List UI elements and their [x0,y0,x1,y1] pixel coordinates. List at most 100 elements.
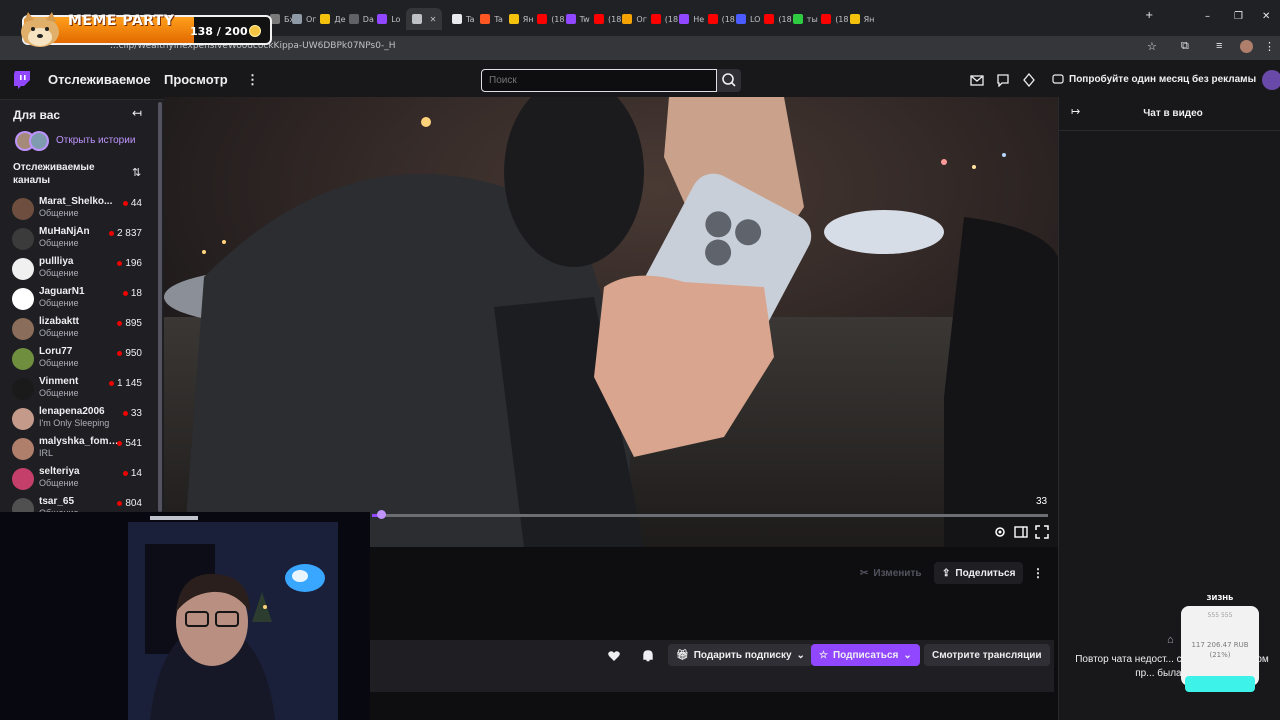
subscribe-button[interactable]: ☆ Подписаться ⌄ [811,644,920,666]
donation-goal-widget: ЗИЗНЬ 555 555 117 206.47 RUB (21%) [1180,594,1260,694]
browser-tab[interactable]: (18 [537,8,565,30]
maximize-button[interactable]: ❐ [1234,11,1243,22]
collapse-sidebar-icon[interactable]: ↤ [132,106,142,120]
more-actions-icon[interactable]: ⋮ [1024,562,1052,584]
edit-button[interactable]: ✂ Изменить [852,562,930,584]
nav-following-link[interactable]: Отслеживаемое [48,72,151,87]
share-button[interactable]: ⇪ Поделиться [934,562,1024,584]
fullscreen-icon[interactable] [1035,525,1049,539]
watch-streams-button[interactable]: Смотрите трансляции [924,644,1050,666]
tab-label: Де [334,14,346,24]
channel-avatar [12,258,34,280]
sidebar-channel-item[interactable]: lizabaktt Общение 895 [0,314,164,344]
browser-tab[interactable]: Ян [849,8,874,30]
channel-avatar [12,438,34,460]
channel-avatar [12,468,34,490]
tab-label: LO [750,14,761,24]
browser-tab[interactable]: Da [348,8,374,30]
sidebar-channel-item[interactable]: Vinment Общение 1 145 [0,374,164,404]
nav-browse-link[interactable]: Просмотр [164,72,228,87]
ad-free-promo[interactable]: Попробуйте один месяц без рекламы [1052,73,1256,85]
browser-tab[interactable]: Ог [292,8,317,30]
bell-icon[interactable] [641,649,655,663]
browser-tab[interactable]: (18 [594,8,621,30]
new-tab-button[interactable]: + [1145,10,1153,21]
profile-avatar[interactable] [1240,40,1253,53]
sidebar-channel-item[interactable]: pullliya Общение 196 [0,254,164,284]
live-indicator-icon [117,501,122,506]
search-button[interactable] [717,69,741,92]
nav-more-icon[interactable]: ⋮ [246,72,259,88]
search-input[interactable] [481,69,717,92]
heart-icon[interactable] [607,649,621,663]
viewer-count: 44 [130,198,142,209]
browser-tab[interactable]: (18 [707,8,735,30]
gift-subscription-button[interactable]: 🎁︎ Подарить подписку ⌄ [668,644,813,666]
sidebar-channel-item[interactable]: Marat_Shelko... Общение 44 [0,194,164,224]
browser-tab[interactable]: Ta [480,8,503,30]
channel-name: Marat_Shelko... [39,196,113,207]
sort-icon[interactable]: ⇅ [132,166,141,179]
browser-tab[interactable]: Ян [508,8,534,30]
sidebar-channel-item[interactable]: JaguarN1 Общение 18 [0,284,164,314]
tab-label: (18 [551,14,565,24]
tab-favicon-icon [594,14,604,24]
tab-label: (18 [664,14,679,24]
live-indicator-icon [109,231,114,236]
reading-list-icon[interactable]: ≡ [1216,40,1222,52]
sidebar-channel-item[interactable]: Loru77 Общение 950 [0,344,164,374]
browser-tab[interactable]: (18 [764,8,792,30]
channel-bar: 🎁︎ Подарить подписку ⌄ ☆ Подписаться ⌄ С… [370,640,1054,692]
promo-text: Попробуйте один месяц без рекламы [1069,73,1257,85]
tab-label: (18 [721,14,735,24]
sidebar-channel-item[interactable]: tsar_65Общение804 [0,494,164,512]
browser-tab[interactable]: Lo [377,8,400,30]
browser-tab[interactable]: ✕ [405,8,443,30]
user-avatar[interactable] [1262,70,1280,90]
sidebar-channel-item[interactable]: MuHaNjAn Общение 2 837 [0,224,164,254]
settings-gear-icon[interactable] [993,525,1007,539]
minimize-button[interactable]: – [1205,11,1210,22]
crown-icon[interactable] [1022,73,1036,87]
mail-icon[interactable] [970,73,984,87]
sidebar-scrollbar[interactable] [158,102,162,512]
browser-tab[interactable]: Бx [270,8,294,30]
viewer-count: 541 [125,438,142,449]
search-icon [722,73,736,87]
browser-tab[interactable]: Ta [452,8,474,30]
sidebar-channel-item[interactable]: malyshka_fomina IRL 541 [0,434,164,464]
twitch-top-nav: Отслеживаемое Просмотр ⋮ Попробуйте один… [0,60,1280,100]
browser-tab[interactable]: Ог [622,8,647,30]
channel-name: lizabaktt [39,316,80,327]
browser-tab[interactable]: LO [736,8,760,30]
tab-label: Ta [494,14,503,24]
video-player[interactable] [164,97,1058,547]
close-tab-icon[interactable]: ✕ [430,15,437,24]
tab-favicon-icon [411,14,422,24]
tab-label: (18 [778,14,792,24]
channel-name: lenapena2006 [39,406,105,417]
tab-label: Lo [391,14,401,24]
browser-tab[interactable]: ты [792,8,818,30]
theater-mode-icon[interactable] [1014,525,1028,539]
gift-icon: 🎁︎ [676,649,689,661]
sidebar-channel-item[interactable]: lenapena2006 I'm Only Sleeping 33 [0,404,164,434]
browser-tab[interactable]: Tw [565,8,590,30]
browser-tab[interactable]: (18 [650,8,679,30]
donation-goal: 555 555 [1207,612,1233,619]
extensions-icon[interactable]: ⧉ [1181,40,1189,53]
stories-avatars[interactable] [14,130,50,152]
browser-tab[interactable]: Де [320,8,346,30]
seek-bar[interactable] [372,510,1048,519]
seek-thumb[interactable] [377,510,386,519]
browser-tab[interactable]: Не [679,8,704,30]
open-stories-link[interactable]: Открыть истории [56,135,135,146]
browser-tab[interactable]: (18 [821,8,849,30]
close-window-button[interactable]: ✕ [1262,11,1270,22]
bookmark-star-icon[interactable]: ☆ [1147,40,1157,53]
sidebar-channel-item[interactable]: selteriya Общение 14 [0,464,164,494]
webcam-frame [0,512,370,720]
browser-menu-icon[interactable]: ⋮ [1264,40,1275,53]
whispers-icon[interactable] [996,73,1010,87]
twitch-logo-icon[interactable] [14,71,30,89]
